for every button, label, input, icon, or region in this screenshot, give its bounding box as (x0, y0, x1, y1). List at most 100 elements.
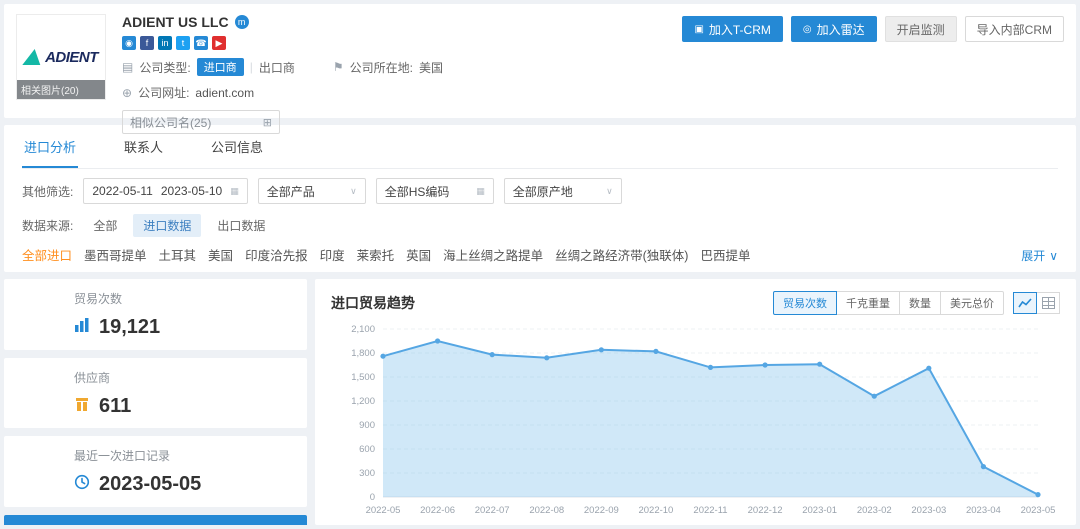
region-tab-印度[interactable]: 印度 (320, 249, 345, 263)
data-source-row: 数据来源: 全部进口数据出口数据 (22, 214, 1058, 237)
product-filter-select[interactable]: 全部产品 ∨ (258, 178, 366, 204)
svg-text:2023-01: 2023-01 (802, 505, 837, 516)
tabs-and-filters: 进口分析联系人公司信息 其他筛选: 2022-05-11 2023-05-10 … (4, 125, 1076, 272)
region-tab-英国[interactable]: 英国 (406, 249, 431, 263)
other-filter-label: 其他筛选: (22, 183, 73, 200)
svg-text:2022-09: 2022-09 (584, 505, 619, 516)
hs-code-filter-select[interactable]: 全部HS编码 ▦ (376, 178, 494, 204)
region-tab-美国[interactable]: 美国 (208, 249, 233, 263)
region-tab-墨西哥提单[interactable]: 墨西哥提单 (84, 249, 147, 263)
website-link[interactable]: adient.com (195, 86, 254, 100)
crm-icon: ▣ (694, 24, 703, 35)
origin-filter-select[interactable]: 全部原产地 ∨ (504, 178, 622, 204)
region-tab-全部进口[interactable]: 全部进口 (22, 249, 72, 263)
trade-count-value: 19,121 (99, 316, 160, 339)
phone-icon[interactable]: ☎ (194, 36, 208, 50)
metric-toggle-贸易次数[interactable]: 贸易次数 (773, 291, 837, 315)
start-monitor-button[interactable]: 开启监测 (885, 16, 957, 42)
svg-text:1,200: 1,200 (351, 396, 375, 407)
svg-text:2023-04: 2023-04 (966, 505, 1001, 516)
chevron-down-icon: ∨ (1049, 249, 1058, 263)
source-option-出口数据[interactable]: 出口数据 (207, 214, 275, 237)
svg-text:2023-03: 2023-03 (911, 505, 946, 516)
trade-count-label: 贸易次数 (74, 290, 307, 307)
linkedin-icon[interactable]: in (158, 36, 172, 50)
hs-list-icon: ▦ (476, 186, 485, 197)
chart-title: 进口贸易趋势 (331, 293, 415, 313)
supplier-label: 供应商 (74, 369, 307, 386)
bar-chart-icon (74, 317, 90, 338)
table-view-button[interactable] (1036, 292, 1060, 314)
location-icon: ⚑ (333, 60, 344, 74)
facebook-icon[interactable]: f (140, 36, 154, 50)
other-filter-row: 其他筛选: 2022-05-11 2023-05-10 ▦ 全部产品 ∨ 全部H… (22, 178, 1058, 204)
data-source-label: 数据来源: (22, 217, 73, 234)
date-range-picker[interactable]: 2022-05-11 2023-05-10 ▦ (83, 178, 247, 204)
page: ADIENT 相关图片(20) ADIENT US LLC m ◉ f in t… (0, 0, 1080, 529)
svg-text:900: 900 (359, 420, 375, 431)
bottom-accent-bar (4, 515, 307, 525)
last-import-card[interactable]: 最近一次进口记录 2023-05-05 (4, 436, 307, 507)
weibo-icon[interactable]: ◉ (122, 36, 136, 50)
stats-column: 贸易次数 19,121 供应商 611 最近一次进口记录 (4, 279, 307, 525)
trend-chart-svg: 03006009001,2001,5001,8002,1002022-05202… (331, 315, 1056, 521)
svg-text:2023-02: 2023-02 (857, 505, 892, 516)
source-option-全部[interactable]: 全部 (83, 214, 127, 237)
svg-text:1,800: 1,800 (351, 348, 375, 359)
svg-text:2022-12: 2022-12 (748, 505, 783, 516)
divider: | (250, 60, 253, 74)
last-import-label: 最近一次进口记录 (74, 447, 307, 464)
adient-logo: ADIENT (24, 49, 98, 66)
region-tab-莱索托[interactable]: 莱索托 (357, 249, 395, 263)
line-chart-view-button[interactable] (1013, 292, 1037, 314)
importer-tag[interactable]: 进口商 (197, 58, 244, 76)
expand-link[interactable]: 展开 ∨ (1021, 247, 1058, 264)
add-tcrm-button[interactable]: ▣ 加入T-CRM (682, 16, 782, 42)
youtube-icon[interactable]: ▶ (212, 36, 226, 50)
trend-chart-card: 进口贸易趋势 贸易次数千克重量数量美元总价 03006009001,2001,5… (315, 279, 1076, 525)
tab-进口分析[interactable]: 进口分析 (22, 125, 78, 168)
main-content: 贸易次数 19,121 供应商 611 最近一次进口记录 (4, 279, 1076, 525)
svg-text:2022-08: 2022-08 (529, 505, 564, 516)
adient-logo-triangle-icon (22, 49, 43, 65)
svg-text:2022-07: 2022-07 (475, 505, 510, 516)
twitter-icon[interactable]: t (176, 36, 190, 50)
svg-text:2022-11: 2022-11 (693, 505, 727, 516)
metric-toggle-group: 贸易次数千克重量数量美元总价 (773, 291, 1004, 315)
region-tab-海上丝绸之路提单[interactable]: 海上丝绸之路提单 (443, 249, 543, 263)
exporter-tag[interactable]: 出口商 (259, 59, 295, 76)
region-tab-丝绸之路经济带(独联体)[interactable]: 丝绸之路经济带(独联体) (555, 249, 688, 263)
company-type-label: 公司类型: (139, 59, 190, 76)
website-label: 公司网址: (138, 84, 189, 101)
trend-chart[interactable]: 03006009001,2001,5001,8002,1002022-05202… (331, 315, 1060, 521)
region-tab-巴西提单[interactable]: 巴西提单 (700, 249, 750, 263)
svg-text:2023-05: 2023-05 (1021, 505, 1056, 516)
region-tab-土耳其[interactable]: 土耳其 (159, 249, 197, 263)
supplier-card[interactable]: 供应商 611 (4, 358, 307, 429)
svg-text:1,500: 1,500 (351, 372, 375, 383)
metric-toggle-数量[interactable]: 数量 (899, 291, 941, 315)
region-tab-印度洽先报[interactable]: 印度洽先报 (245, 249, 308, 263)
adient-logo-text: ADIENT (45, 49, 98, 66)
company-logo[interactable]: ADIENT 相关图片(20) (16, 14, 106, 100)
import-internal-crm-button[interactable]: 导入内部CRM (965, 16, 1064, 42)
location-label: 公司所在地: (350, 59, 413, 76)
related-images-label[interactable]: 相关图片(20) (17, 80, 105, 99)
region-tab-row: 全部进口墨西哥提单土耳其美国印度洽先报印度莱索托英国海上丝绸之路提单丝绸之路经济… (22, 245, 1058, 264)
metric-toggle-千克重量[interactable]: 千克重量 (836, 291, 900, 315)
date-from: 2022-05-11 (92, 184, 153, 198)
chevron-down-icon: ∨ (350, 186, 357, 197)
svg-text:2022-06: 2022-06 (420, 505, 455, 516)
supplier-value: 611 (99, 395, 131, 418)
building-icon (74, 396, 90, 417)
svg-text:2022-05: 2022-05 (366, 505, 401, 516)
add-radar-button[interactable]: ◎ 加入雷达 (791, 16, 877, 42)
last-import-value: 2023-05-05 (99, 473, 201, 496)
trade-count-card[interactable]: 贸易次数 19,121 (4, 279, 307, 350)
metric-toggle-美元总价[interactable]: 美元总价 (940, 291, 1004, 315)
svg-text:300: 300 (359, 468, 375, 479)
calendar-icon: ▦ (230, 186, 239, 197)
source-option-进口数据[interactable]: 进口数据 (133, 214, 201, 237)
similar-company-input[interactable]: 相似公司名(25) ⊞ (122, 110, 280, 134)
globe-icon: ⊕ (122, 86, 132, 100)
